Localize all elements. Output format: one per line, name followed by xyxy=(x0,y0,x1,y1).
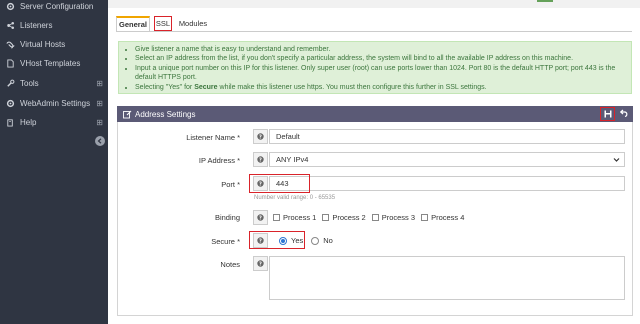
sidebar-item-listeners[interactable]: Listeners xyxy=(0,16,108,35)
binding-process-1-checkbox[interactable]: Process 1 xyxy=(273,213,316,222)
virtual-hosts-icon xyxy=(5,40,15,50)
help-button[interactable]: ? xyxy=(253,256,268,271)
notes-label: Notes xyxy=(220,260,240,269)
sidebar-item-label: Tools xyxy=(20,79,39,88)
radio-dot[interactable] xyxy=(311,236,320,245)
sidebar-item-server-configuration[interactable]: Server Configuration xyxy=(0,0,108,16)
info-item: Select an IP address from the list, if y… xyxy=(135,54,627,63)
sidebar-item-tools[interactable]: Tools ⊞ xyxy=(0,74,108,93)
panel-title: Address Settings xyxy=(135,109,196,119)
tab-ssl[interactable]: SSL xyxy=(154,16,172,31)
secure-highlight xyxy=(249,231,305,249)
undo-icon xyxy=(620,109,628,117)
sidebar-item-label: Virtual Hosts xyxy=(20,40,66,49)
back-button[interactable] xyxy=(619,108,629,118)
expand-icon[interactable]: ⊞ xyxy=(96,79,103,88)
help-button[interactable]: ? xyxy=(253,210,268,225)
svg-text:?: ? xyxy=(259,215,262,221)
info-item: Selecting "Yes" for Secure while make th… xyxy=(135,83,627,92)
tab-modules[interactable]: Modules xyxy=(177,16,209,31)
sidebar: Server Configuration Listeners Virtual H… xyxy=(0,0,108,324)
checkbox-box[interactable] xyxy=(371,214,379,221)
secure-emphasis: Secure xyxy=(194,83,218,91)
question-icon: ? xyxy=(257,214,264,221)
collapse-sidebar-button[interactable] xyxy=(95,136,105,146)
secure-no-radio[interactable]: No xyxy=(311,236,333,245)
svg-text:?: ? xyxy=(259,134,262,140)
notes-textarea[interactable] xyxy=(269,256,625,300)
port-label: Port * xyxy=(221,180,240,189)
port-input[interactable]: 443 xyxy=(269,176,625,191)
question-icon: ? xyxy=(257,133,264,140)
checkbox-label: Process 4 xyxy=(431,213,465,222)
ip-address-select[interactable]: ANY IPv4 xyxy=(269,152,625,167)
sidebar-item-virtual-hosts[interactable]: Virtual Hosts xyxy=(0,35,108,54)
svg-text:?: ? xyxy=(259,261,262,267)
port-hint: Number valid range: 0 - 65535 xyxy=(254,195,336,201)
edit-icon xyxy=(123,110,132,119)
file-icon xyxy=(5,59,15,69)
info-alert: Give listener a name that is easy to und… xyxy=(118,41,632,94)
sidebar-item-label: Server Configuration xyxy=(20,2,94,11)
expand-icon[interactable]: ⊞ xyxy=(96,118,103,127)
sidebar-item-help[interactable]: Help ⊞ xyxy=(0,113,108,132)
radio-label: No xyxy=(323,236,333,245)
binding-label: Binding xyxy=(214,213,240,222)
listener-name-label: Listener Name * xyxy=(186,133,240,142)
sidebar-item-vhost-templates[interactable]: VHost Templates xyxy=(0,54,108,73)
listeners-icon xyxy=(5,21,15,31)
secure-label: Secure * xyxy=(211,237,240,246)
expand-icon[interactable]: ⊞ xyxy=(96,99,103,108)
port-highlight xyxy=(249,174,310,193)
question-icon: ? xyxy=(257,260,264,267)
sidebar-item-label: Help xyxy=(20,118,37,127)
info-item: Give listener a name that is easy to und… xyxy=(135,45,627,54)
book-icon xyxy=(5,118,15,128)
listener-name-input[interactable]: Default xyxy=(269,129,625,144)
binding-options: Process 1 Process 2 Process 3 Process 4 xyxy=(273,210,470,225)
help-button[interactable]: ? xyxy=(253,129,268,144)
checkbox-box[interactable] xyxy=(322,214,330,221)
checkbox-box[interactable] xyxy=(273,214,280,221)
gear-icon xyxy=(5,99,15,109)
save-icon xyxy=(604,110,612,118)
checkbox-label: Process 2 xyxy=(332,213,366,222)
checkbox-label: Process 1 xyxy=(283,213,317,222)
binding-process-2-checkbox[interactable]: Process 2 xyxy=(322,213,366,222)
binding-process-3-checkbox[interactable]: Process 3 xyxy=(371,213,416,222)
chevron-down-icon xyxy=(613,156,620,163)
ip-address-label: IP Address * xyxy=(198,156,240,165)
top-status-bar xyxy=(537,0,553,2)
binding-process-4-checkbox[interactable]: Process 4 xyxy=(421,213,464,222)
gear-icon xyxy=(5,2,15,12)
question-icon: ? xyxy=(257,156,264,163)
arrow-left-icon xyxy=(97,138,103,144)
tab-general[interactable]: General xyxy=(116,16,150,31)
sidebar-item-label: VHost Templates xyxy=(20,59,81,68)
sidebar-item-label: WebAdmin Settings xyxy=(20,99,91,108)
panel-header: Address Settings xyxy=(117,106,633,122)
sidebar-item-webadmin-settings[interactable]: WebAdmin Settings ⊞ xyxy=(0,94,108,113)
ip-address-value: ANY IPv4 xyxy=(276,155,309,164)
checkbox-box[interactable] xyxy=(421,214,429,221)
tabs-divider xyxy=(116,31,632,32)
save-button[interactable] xyxy=(600,107,615,121)
checkbox-label: Process 3 xyxy=(381,213,416,222)
tools-icon xyxy=(5,79,15,89)
help-button[interactable]: ? xyxy=(253,152,268,167)
svg-text:?: ? xyxy=(259,157,262,163)
info-item: Input a unique port number on this IP fo… xyxy=(135,64,627,83)
sidebar-item-label: Listeners xyxy=(20,21,53,30)
